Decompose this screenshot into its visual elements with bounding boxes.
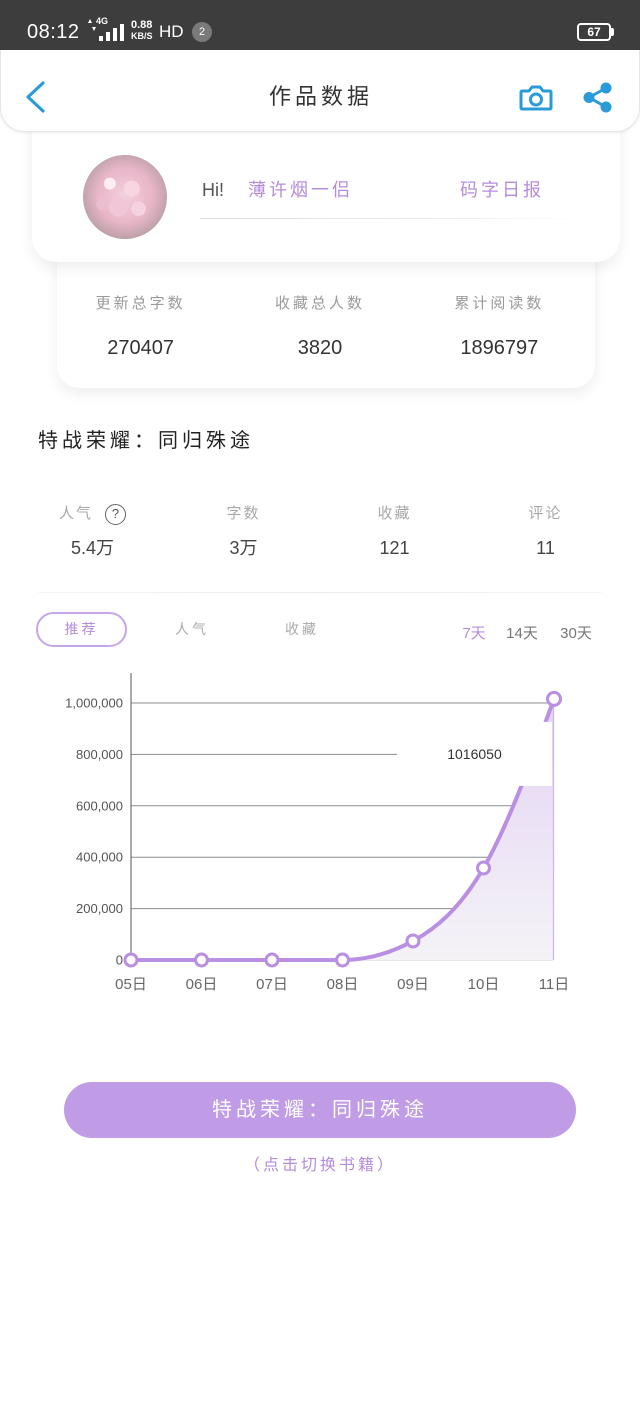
y-tick-label: 200,000 — [76, 901, 123, 916]
tooltip-value: 1016050 — [447, 746, 502, 762]
avatar[interactable] — [83, 155, 167, 239]
data-point[interactable] — [405, 933, 421, 949]
network-speed-unit: KB/S — [131, 31, 153, 41]
stat-value: 1896797 — [460, 337, 539, 359]
top-bar: 作品数据 — [0, 50, 640, 132]
daily-report-link[interactable]: 码字日报 — [460, 179, 544, 201]
metric-value: 3万 — [229, 538, 258, 558]
camera-icon — [519, 85, 553, 111]
data-point[interactable] — [123, 952, 139, 968]
metric-label: 字数 — [226, 505, 261, 522]
share-icon — [583, 82, 612, 113]
switch-book-button[interactable]: 特战荣耀：同归殊途 — [64, 1082, 576, 1138]
battery-level: 67 — [587, 25, 601, 39]
metric-popularity: 人气 ? 5.4万 — [17, 503, 168, 559]
tab-popularity[interactable]: 人气 — [162, 612, 222, 647]
x-tick-label: 05日 — [115, 976, 147, 993]
stat-total-favorites: 收藏总人数 3820 — [230, 294, 409, 360]
data-point[interactable] — [546, 690, 562, 707]
range-30-days[interactable]: 30天 — [554, 624, 598, 644]
x-tick-label: 06日 — [186, 976, 218, 993]
data-activity-icon — [88, 19, 96, 31]
help-icon[interactable]: ? — [105, 503, 126, 525]
screenshot-button[interactable] — [519, 84, 553, 112]
share-button[interactable] — [581, 81, 614, 114]
stat-label: 累计阅读数 — [454, 295, 545, 312]
data-point[interactable] — [335, 952, 350, 968]
stat-label: 收藏总人数 — [274, 295, 365, 312]
status-bar: 08:12 4G 0.88 KB/S HD 2 67 — [0, 0, 640, 50]
stat-value: 3820 — [297, 337, 343, 359]
tab-recommend[interactable]: 推荐 — [36, 612, 127, 647]
divider — [38, 592, 602, 593]
username: 薄许烟一侣 — [248, 180, 353, 200]
metric-value: 5.4万 — [70, 538, 115, 558]
summary-row: 更新总字数 270407 收藏总人数 3820 累计阅读数 1896797 — [51, 294, 589, 360]
x-tick-label: 10日 — [468, 976, 500, 993]
y-tick-label: 1,000,000 — [65, 696, 123, 711]
y-tick-label: 600,000 — [76, 798, 123, 813]
metric-label: 人气 — [58, 505, 93, 522]
x-tick-label: 09日 — [397, 976, 429, 993]
profile-card: Hi! 薄许烟一侣 码字日报 — [32, 110, 620, 262]
network-speed: 0.88 — [131, 19, 153, 31]
metric-favorites: 收藏 121 — [319, 504, 470, 559]
stat-total-words: 更新总字数 270407 — [51, 294, 230, 360]
metric-comments: 评论 11 — [470, 504, 621, 559]
divider — [200, 218, 580, 219]
trend-chart[interactable]: 0 200,000 400,000 600,000 800,000 1,000,000 10… — [0, 660, 640, 1005]
signal-icon — [99, 24, 124, 41]
switch-book-hint: （点击切换书籍） — [243, 1157, 396, 1174]
stat-total-reads: 累计阅读数 1896797 — [410, 294, 589, 360]
x-tick-label: 07日 — [256, 976, 288, 993]
battery-nub — [611, 28, 614, 36]
metric-value: 121 — [379, 538, 410, 558]
metric-label: 收藏 — [377, 505, 412, 522]
tab-favorites[interactable]: 收藏 — [272, 612, 332, 647]
book-metrics: 人气 ? 5.4万 字数 3万 收藏 121 评论 11 — [17, 503, 621, 559]
data-point[interactable] — [194, 952, 209, 968]
y-tick-label: 800,000 — [76, 747, 123, 762]
range-14-days[interactable]: 14天 — [500, 624, 544, 644]
book-title: 特战荣耀：同归殊途 — [38, 430, 254, 452]
battery-icon: 67 — [577, 23, 611, 41]
metric-word-count: 字数 3万 — [168, 504, 319, 559]
stat-value: 270407 — [107, 337, 175, 359]
y-tick-label: 0 — [116, 953, 123, 968]
hd-indicator: HD — [159, 22, 184, 41]
x-tick-label: 11日 — [539, 976, 570, 993]
data-point[interactable] — [476, 860, 491, 876]
range-7-days[interactable]: 7天 — [452, 624, 496, 644]
stat-label: 更新总字数 — [95, 295, 186, 312]
metric-label: 评论 — [528, 505, 563, 522]
greeting: Hi! — [202, 180, 224, 200]
notification-badge: 2 — [192, 22, 212, 42]
summary-card: 更新总字数 270407 收藏总人数 3820 累计阅读数 1896797 — [57, 240, 595, 388]
y-tick-label: 400,000 — [76, 850, 123, 865]
metric-value: 11 — [536, 538, 555, 558]
x-tick-label: 08日 — [327, 976, 359, 993]
data-point[interactable] — [264, 952, 280, 968]
clock: 08:12 — [27, 21, 80, 43]
